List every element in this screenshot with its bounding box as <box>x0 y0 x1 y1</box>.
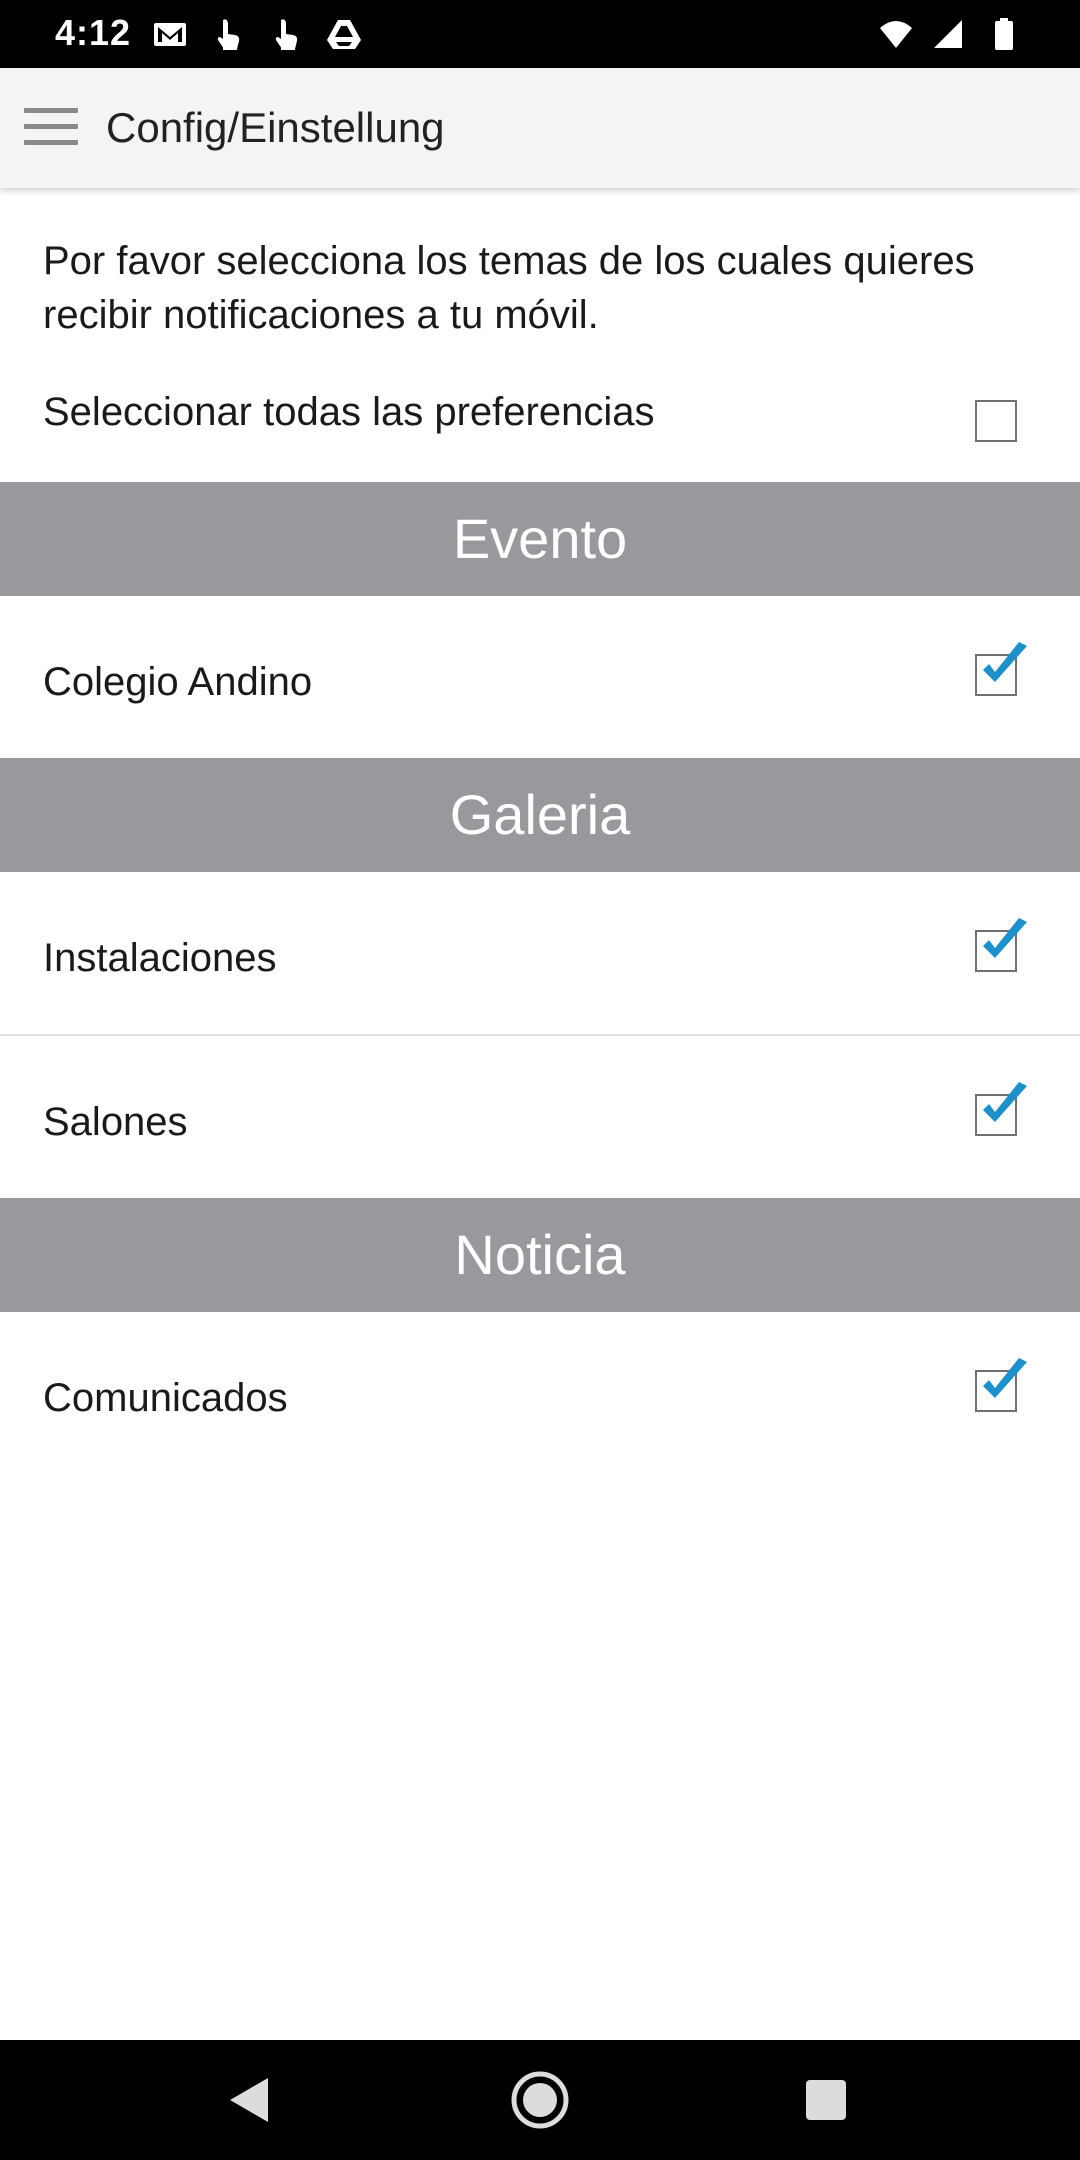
touch-icon <box>275 19 298 50</box>
hamburger-menu-icon[interactable] <box>24 108 78 148</box>
intro-text: Por favor selecciona los temas de los cu… <box>43 239 975 337</box>
signal-icon <box>934 20 962 48</box>
checkmark-icon <box>983 1358 1027 1398</box>
checkmark-icon <box>983 642 1027 682</box>
wifi-icon <box>880 21 912 48</box>
item-label: Colegio Andino <box>43 660 313 704</box>
navigation-bar <box>0 2040 1080 2160</box>
checkmark-icon <box>983 1082 1027 1122</box>
select-all-checkbox[interactable] <box>975 400 1017 442</box>
item-label: Salones <box>43 1100 188 1144</box>
instalaciones-checkbox[interactable] <box>975 918 1027 972</box>
item-label: Comunicados <box>43 1376 288 1420</box>
back-triangle-icon[interactable] <box>220 2070 280 2130</box>
list-item-instalaciones[interactable]: Instalaciones <box>0 872 1080 1034</box>
list-item-colegio-andino[interactable]: Colegio Andino <box>0 596 1080 758</box>
item-label: Instalaciones <box>43 936 277 980</box>
section-header-noticia: Noticia <box>0 1198 1080 1312</box>
touch-icon <box>217 19 240 50</box>
salones-checkbox[interactable] <box>975 1082 1027 1136</box>
gmail-icon <box>154 23 186 46</box>
status-time: 4:12 <box>55 12 132 53</box>
checkmark-icon <box>983 918 1027 958</box>
page-title: Config/Einstellung <box>106 104 445 151</box>
comunicados-checkbox[interactable] <box>975 1358 1027 1412</box>
select-all-label: Seleccionar todas las preferencias <box>43 390 655 434</box>
section-header-galeria: Galeria <box>0 758 1080 872</box>
app-bar: Config/Einstellung <box>0 68 1080 188</box>
recents-square-icon[interactable] <box>796 2070 856 2130</box>
list-item-salones[interactable]: Salones <box>0 1036 1080 1198</box>
colegio-andino-checkbox[interactable] <box>975 642 1027 696</box>
select-all-row[interactable]: Seleccionar todas las preferencias <box>0 376 1080 482</box>
section-header-evento: Evento <box>0 482 1080 596</box>
home-circle-icon[interactable] <box>510 2070 570 2130</box>
status-bar: 4:12 <box>0 0 1080 68</box>
battery-icon <box>995 18 1013 50</box>
list-item-comunicados[interactable]: Comunicados <box>0 1312 1080 1474</box>
drive-icon <box>327 20 361 49</box>
